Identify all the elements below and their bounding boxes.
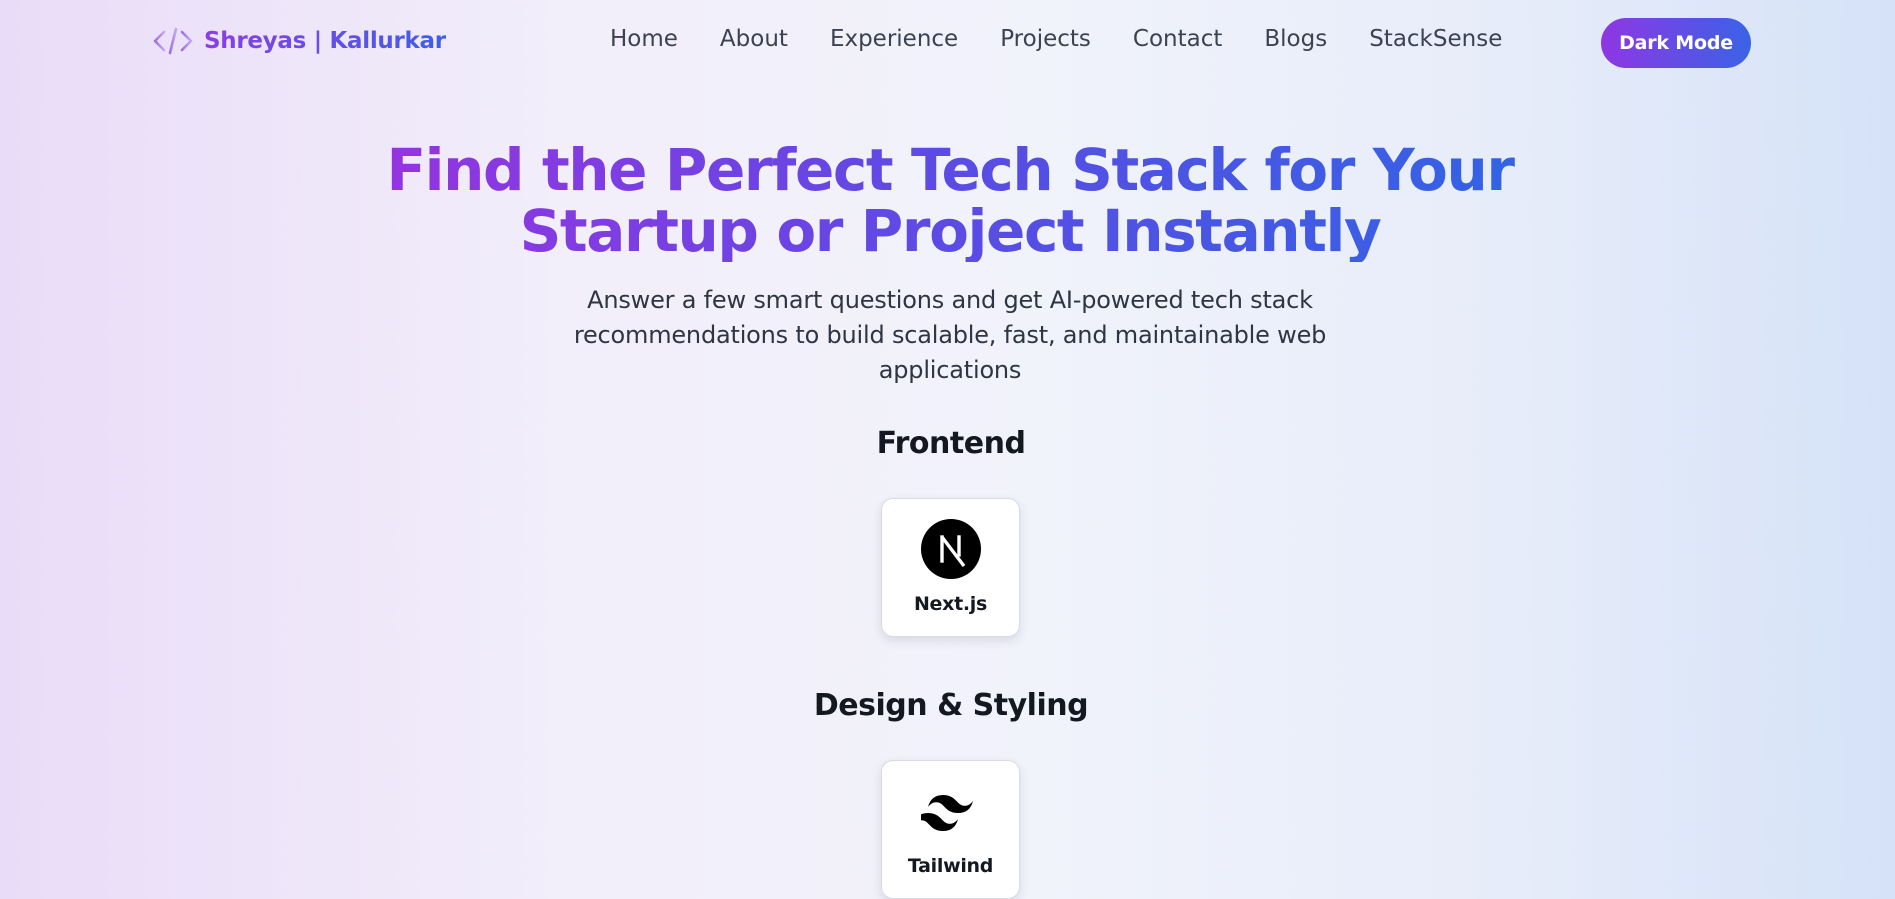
stack-card-label: Next.js [913, 593, 988, 615]
nextjs-logo-icon [920, 519, 981, 579]
nav-link-experience[interactable]: Experience [830, 26, 958, 52]
stack-card-label: Tailwind [907, 855, 994, 877]
nav-link-blogs[interactable]: Blogs [1264, 26, 1327, 52]
brand-name: Shreyas | Kallurkar [204, 28, 446, 54]
stack-card-tailwind[interactable]: Tailwind [881, 760, 1020, 899]
main-menu: Home About Experience Projects Contact B… [610, 26, 1502, 52]
dark-mode-button[interactable]: Dark Mode [1601, 18, 1751, 68]
nav-link-stacksense[interactable]: StackSense [1369, 26, 1502, 52]
hero-title-line-1: Find the Perfect Tech Stack for Your [386, 136, 1514, 204]
code-brackets-icon [152, 24, 194, 58]
tailwind-logo-icon [920, 781, 981, 841]
section-title-design-styling: Design & Styling [813, 688, 1089, 723]
brand-logo-link[interactable]: Shreyas | Kallurkar [152, 24, 446, 58]
hero-title-line-2: Startup or Project Instantly [519, 197, 1381, 265]
nav-link-home[interactable]: Home [610, 26, 678, 52]
nav-link-contact[interactable]: Contact [1133, 26, 1222, 52]
top-navbar: Shreyas | Kallurkar Home About Experienc… [0, 0, 1895, 86]
section-title-frontend: Frontend [876, 426, 1026, 461]
hero-title: Find the Perfect Tech Stack for Your Sta… [330, 140, 1570, 262]
stack-card-nextjs[interactable]: Next.js [881, 498, 1020, 637]
hero-subtitle: Answer a few smart questions and get AI-… [573, 286, 1327, 384]
nav-link-about[interactable]: About [720, 26, 788, 52]
nav-link-projects[interactable]: Projects [1000, 26, 1091, 52]
